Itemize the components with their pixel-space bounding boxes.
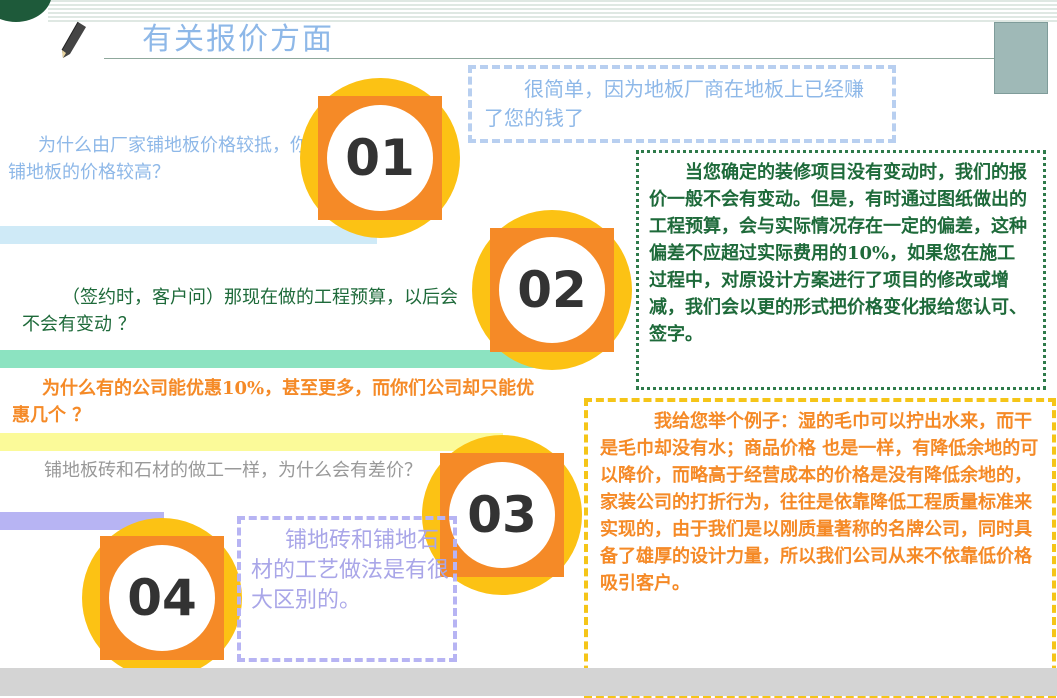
number-badge-01: 01 bbox=[300, 78, 460, 238]
number-badge-04: 04 bbox=[82, 518, 242, 678]
answer-box-2: 当您确定的装修项目没有变动时，我们的报价一般不会有变动。但是，有时通过图纸做出的… bbox=[636, 150, 1046, 390]
question-4: 铺地板砖和石材的做工一样，为什么会有差价？ bbox=[44, 460, 422, 481]
badge-number: 02 bbox=[517, 261, 587, 319]
question-1: 为什么由厂家铺地板价格较抵，你们铺地板的价格较高？ bbox=[8, 135, 326, 183]
answer-box-3: 我给您举个例子：湿的毛巾可以拧出水来，而干是毛巾却没有水；商品价格 也是一样，有… bbox=[584, 398, 1056, 698]
footer-band bbox=[0, 668, 1057, 696]
question-3: 为什么有的公司能优惠10%，甚至更多，而你们公司却只能优惠几个 ？ bbox=[12, 378, 535, 426]
answer-box-1: 很简单，因为地板厂商在地板上已经赚了您的钱了 bbox=[468, 65, 896, 143]
answer-1-text: 很简单，因为地板厂商在地板上已经赚了您的钱了 bbox=[484, 77, 864, 130]
corner-slate-block bbox=[994, 22, 1048, 94]
badge-number: 04 bbox=[127, 569, 197, 627]
question-2: （签约时，客户问）那现在做的工程预算，以后会不会有变动 ？ bbox=[22, 287, 458, 335]
pencil-icon bbox=[61, 21, 86, 58]
corner-decoration bbox=[0, 0, 52, 22]
answer-2-text: 当您确定的装修项目没有变动时，我们的报价一般不会有变动。但是，有时通过图纸做出的… bbox=[649, 162, 1027, 345]
answer-4-text: 铺地砖和铺地石材的工艺做法是有很大区别的。 bbox=[251, 528, 450, 613]
answer-3-text: 我给您举个例子：湿的毛巾可以拧出水来，而干是毛巾却没有水；商品价格 也是一样，有… bbox=[600, 411, 1039, 594]
page-title: 有关报价方面 bbox=[142, 22, 334, 57]
number-badge-02: 02 bbox=[472, 210, 632, 370]
divider-bar-2 bbox=[0, 350, 548, 368]
title-underline bbox=[104, 58, 994, 59]
answer-box-4: 铺地砖和铺地石材的工艺做法是有很大区别的。 bbox=[237, 516, 457, 662]
badge-number: 01 bbox=[345, 129, 415, 187]
